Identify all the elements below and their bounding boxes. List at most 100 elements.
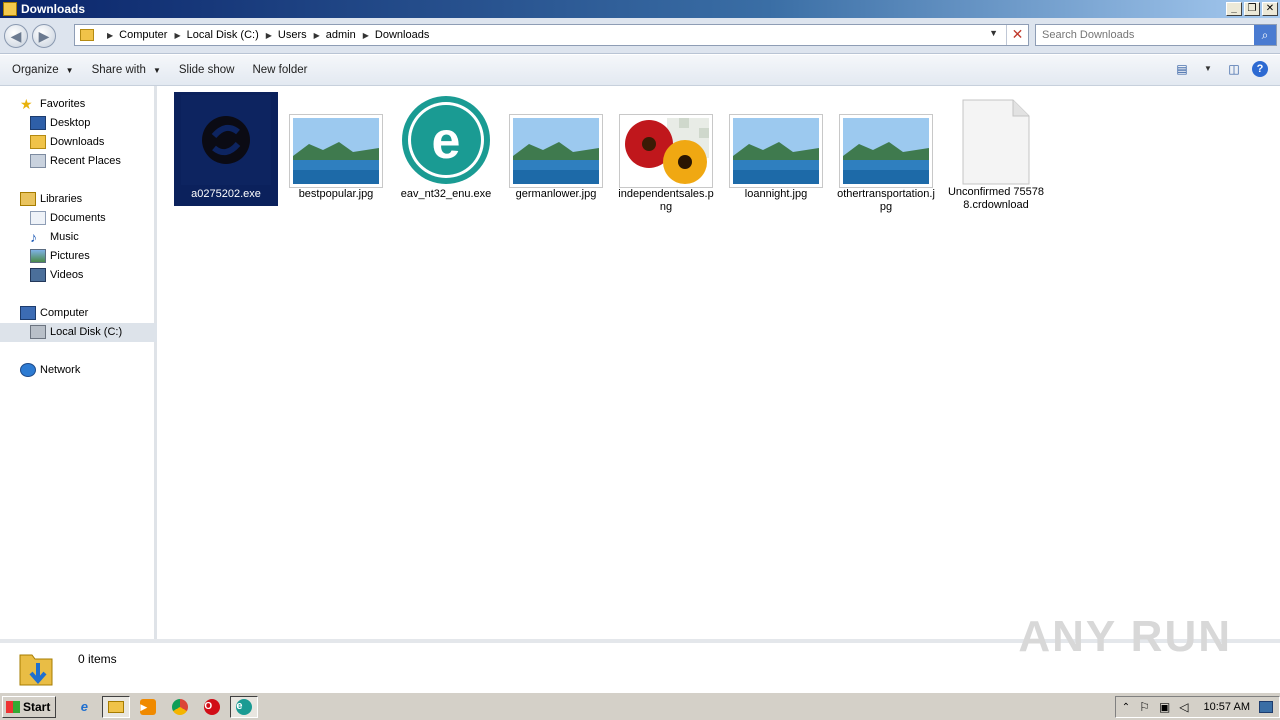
nav-documents[interactable]: Documents <box>30 209 106 227</box>
network-status-icon[interactable]: ▣ <box>1159 700 1170 714</box>
music-icon: ♪ <box>30 229 37 245</box>
blank-document-icon <box>962 99 1030 185</box>
view-options-icon[interactable]: ▤ <box>1174 61 1190 77</box>
file-name: eav_nt32_enu.exe <box>400 188 492 200</box>
chevron-down-icon: ▼ <box>152 65 161 75</box>
folder-icon <box>80 29 94 41</box>
drive-icon <box>30 325 46 339</box>
downloads-folder-icon <box>30 135 46 149</box>
breadcrumb-computer[interactable]: Computer <box>119 29 167 41</box>
flag-icon[interactable]: ⚐ <box>1139 700 1150 714</box>
new-folder-button[interactable]: New folder <box>246 64 313 76</box>
videos-icon <box>30 268 46 282</box>
chevron-down-icon[interactable]: ▼ <box>1200 61 1216 77</box>
media-player-icon[interactable]: ▶ <box>134 696 162 718</box>
file-item[interactable]: Unconfirmed 755788.crdownload <box>944 98 1048 212</box>
svg-text:e: e <box>432 112 461 170</box>
nav-local-disk[interactable]: Local Disk (C:) <box>30 323 122 341</box>
opera-icon[interactable]: O <box>198 696 226 718</box>
chevron-icon[interactable]: ▶ <box>107 31 113 40</box>
chevron-down-icon[interactable]: ▼ <box>989 28 998 38</box>
back-button[interactable]: ◀ <box>4 23 28 48</box>
speaker-icon[interactable]: ◁ <box>1179 700 1188 714</box>
file-list: a0275202.exe bestpopular.jpg e eav_nt32_… <box>160 86 1280 639</box>
desktop-icon <box>30 116 46 130</box>
file-name: a0275202.exe <box>191 188 261 200</box>
file-name: germanlower.jpg <box>515 188 597 200</box>
command-bar: Organize ▼ Share with ▼ Slide show New fol… <box>0 55 1280 86</box>
nav-libraries[interactable]: Libraries <box>20 190 82 208</box>
clock[interactable]: 10:57 AM <box>1204 701 1250 713</box>
file-item[interactable]: a0275202.exe <box>174 92 278 206</box>
start-button[interactable]: Start <box>2 695 57 718</box>
nav-downloads[interactable]: Downloads <box>30 133 104 151</box>
eset-taskbar-icon[interactable]: e <box>230 695 259 718</box>
breadcrumb-local-disk[interactable]: Local Disk (C:) <box>187 29 259 41</box>
breadcrumb-users[interactable]: Users <box>278 29 307 41</box>
share-with-button[interactable]: Share with ▼ <box>86 64 167 76</box>
nav-recent-places[interactable]: Recent Places <box>30 152 121 170</box>
nav-pictures[interactable]: Pictures <box>30 247 90 265</box>
file-name: loannight.jpg <box>744 188 808 200</box>
search-icon[interactable]: ⌕ <box>1254 25 1276 45</box>
chevron-down-icon: ▼ <box>65 65 74 75</box>
search-input[interactable] <box>1036 25 1251 45</box>
pictures-icon <box>30 249 46 263</box>
forward-button[interactable]: ▶ <box>32 23 56 48</box>
window-title: Downloads <box>21 2 86 16</box>
file-item[interactable]: germanlower.jpg <box>504 114 608 201</box>
nav-videos[interactable]: Videos <box>30 266 83 284</box>
address-bar[interactable]: ▶ Computer ▶ Local Disk (C:) ▶ Users ▶ admi… <box>74 24 1029 46</box>
windows-logo-icon <box>6 700 20 713</box>
chevron-up-icon[interactable]: ⌃ <box>1122 702 1130 713</box>
explorer-icon[interactable] <box>102 695 131 718</box>
file-name: bestpopular.jpg <box>298 188 374 200</box>
show-desktop-icon[interactable] <box>1259 701 1273 713</box>
nav-desktop[interactable]: Desktop <box>30 114 90 132</box>
landscape-thumbnail <box>509 114 603 188</box>
breadcrumb-downloads[interactable]: Downloads <box>375 29 429 41</box>
chevron-icon[interactable]: ▶ <box>363 31 369 40</box>
file-name: independentsales.png <box>618 188 714 213</box>
star-icon: ★ <box>20 96 33 112</box>
chevron-icon[interactable]: ▶ <box>174 31 180 40</box>
chevron-icon[interactable]: ▶ <box>266 31 272 40</box>
computer-icon <box>20 306 36 320</box>
app-s-icon <box>181 95 271 185</box>
item-count: 0 items <box>78 652 117 666</box>
eset-icon: e <box>402 96 490 184</box>
help-icon[interactable]: ? <box>1252 61 1268 77</box>
close-button[interactable]: ✕ <box>1262 2 1278 16</box>
taskbar: Start e ▶ O e ⌃ ⚐ ▣ ◁ 10:57 AM <box>0 692 1280 720</box>
chevron-icon[interactable]: ▶ <box>314 31 320 40</box>
slide-show-button[interactable]: Slide show <box>173 64 241 76</box>
breadcrumb-admin[interactable]: admin <box>326 29 356 41</box>
organize-button[interactable]: Organize ▼ <box>6 64 80 76</box>
search-box[interactable]: ⌕ <box>1035 24 1277 46</box>
nav-computer[interactable]: Computer <box>20 304 88 322</box>
chrome-icon[interactable] <box>166 696 194 718</box>
documents-icon <box>30 211 46 225</box>
stop-icon[interactable]: ✕ <box>1006 25 1028 45</box>
landscape-thumbnail <box>839 114 933 188</box>
internet-explorer-icon[interactable]: e <box>70 696 98 718</box>
libraries-icon <box>20 192 36 206</box>
nav-network[interactable]: Network <box>20 361 80 379</box>
file-item[interactable]: loannight.jpg <box>724 114 828 201</box>
nav-music[interactable]: ♪ Music <box>30 228 79 246</box>
watermark: ANY RUN <box>1018 612 1232 661</box>
landscape-thumbnail <box>729 114 823 188</box>
address-row: ◀ ▶ ▶ Computer ▶ Local Disk (C:) ▶ Users ▶ … <box>0 18 1280 54</box>
minimize-button[interactable]: _ <box>1226 2 1242 16</box>
downloads-folder-icon <box>19 654 53 686</box>
preview-pane-icon[interactable]: ◫ <box>1226 61 1242 77</box>
restore-button[interactable]: ❐ <box>1244 2 1260 16</box>
file-item[interactable]: bestpopular.jpg <box>284 114 388 201</box>
landscape-thumbnail <box>289 114 383 188</box>
system-tray: ⌃ ⚐ ▣ ◁ 10:57 AM <box>1114 696 1280 718</box>
nav-favorites[interactable]: ★ Favorites <box>20 95 85 113</box>
file-item[interactable]: independentsales.png <box>614 114 718 214</box>
file-item[interactable]: othertransportation.jpg <box>834 114 938 214</box>
file-item[interactable]: e eav_nt32_enu.exe <box>394 92 498 201</box>
file-name: Unconfirmed 755788.crdownload <box>947 186 1044 211</box>
